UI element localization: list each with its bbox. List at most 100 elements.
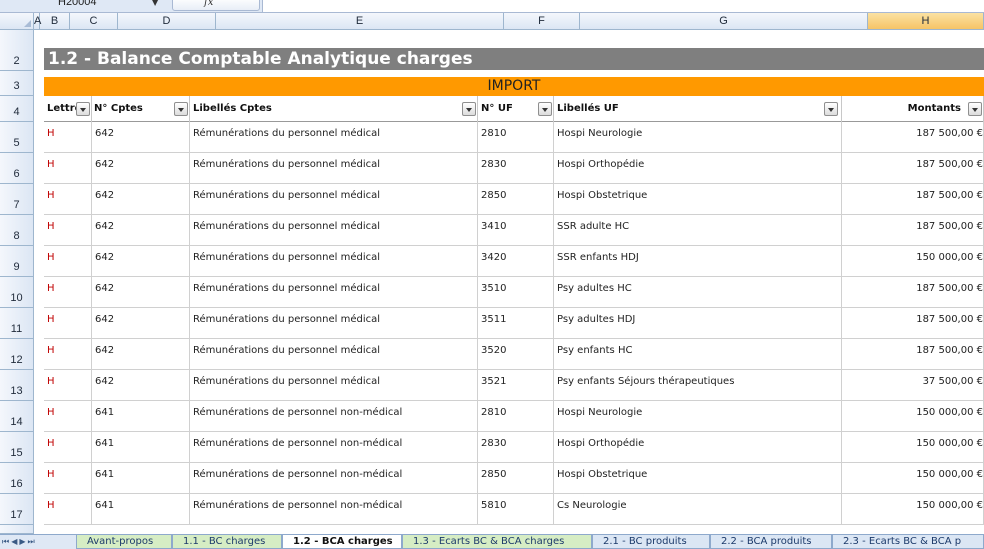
- cell-num-uf[interactable]: 2850: [478, 184, 554, 214]
- cell-lettre[interactable]: H: [44, 277, 92, 307]
- cell-lettre[interactable]: H: [44, 153, 92, 183]
- row-header[interactable]: 11: [0, 308, 34, 339]
- cell-libelle-uf[interactable]: Hospi Obstetrique: [554, 184, 842, 214]
- cell-num-uf[interactable]: 2810: [478, 122, 554, 152]
- cell-libelle-uf[interactable]: Psy adultes HDJ: [554, 308, 842, 338]
- column-header-d[interactable]: D: [118, 13, 216, 29]
- column-header-g[interactable]: G: [580, 13, 868, 29]
- formula-input[interactable]: [262, 0, 984, 12]
- row-header[interactable]: 5: [0, 122, 34, 153]
- cell-lettre[interactable]: H: [44, 308, 92, 338]
- cell-num-uf[interactable]: 2830: [478, 153, 554, 183]
- row-header[interactable]: 3: [0, 71, 34, 96]
- cell-libelle-cpte[interactable]: Rémunérations de personnel non-médical: [190, 432, 478, 462]
- row-header[interactable]: 17: [0, 494, 34, 525]
- row-header[interactable]: 2: [0, 30, 34, 71]
- function-icon[interactable]: fx: [204, 0, 213, 8]
- row-header[interactable]: 4: [0, 96, 34, 122]
- cell-num-uf[interactable]: 3521: [478, 370, 554, 400]
- cell-num-uf[interactable]: 3510: [478, 277, 554, 307]
- column-header-h[interactable]: H: [868, 13, 984, 29]
- cell-libelle-uf[interactable]: SSR adulte HC: [554, 215, 842, 245]
- sheet-grid[interactable]: 1.2 - Balance Comptable Analytique charg…: [34, 30, 984, 534]
- filter-montants-button[interactable]: [968, 102, 982, 116]
- cell-num-uf[interactable]: 3410: [478, 215, 554, 245]
- cell-num-cpte[interactable]: 642: [92, 122, 190, 152]
- cell-libelle-uf[interactable]: SSR enfants HDJ: [554, 246, 842, 276]
- cell-lettre[interactable]: H: [44, 246, 92, 276]
- column-header-b[interactable]: B: [40, 13, 70, 29]
- sheet-navigation-icons[interactable]: ⏮◀▶⏭: [2, 535, 37, 549]
- cell-num-cpte[interactable]: 642: [92, 370, 190, 400]
- cell-lettre[interactable]: H: [44, 401, 92, 431]
- cell-montant[interactable]: 150 000,00 €: [842, 246, 984, 276]
- cell-montant[interactable]: 187 500,00 €: [842, 122, 984, 152]
- sheet-tab[interactable]: 2.3 - Ecarts BC & BCA p: [832, 535, 984, 549]
- cell-lettre[interactable]: H: [44, 370, 92, 400]
- cell-libelle-cpte[interactable]: Rémunérations du personnel médical: [190, 277, 478, 307]
- cell-libelle-uf[interactable]: Hospi Neurologie: [554, 401, 842, 431]
- filter-libelles-uf-button[interactable]: [824, 102, 838, 116]
- sheet-tab[interactable]: Avant-propos: [76, 535, 172, 549]
- cell-montant[interactable]: 187 500,00 €: [842, 184, 984, 214]
- cell-lettre[interactable]: H: [44, 494, 92, 524]
- cell-num-uf[interactable]: 2830: [478, 432, 554, 462]
- cell-libelle-cpte[interactable]: Rémunérations du personnel médical: [190, 215, 478, 245]
- cell-num-cpte[interactable]: 642: [92, 184, 190, 214]
- row-header[interactable]: 12: [0, 339, 34, 370]
- cell-num-cpte[interactable]: 642: [92, 215, 190, 245]
- cell-libelle-uf[interactable]: Hospi Orthopédie: [554, 153, 842, 183]
- cell-lettre[interactable]: H: [44, 463, 92, 493]
- cell-num-cpte[interactable]: 641: [92, 401, 190, 431]
- row-header[interactable]: 7: [0, 184, 34, 215]
- cell-libelle-cpte[interactable]: Rémunérations de personnel non-médical: [190, 494, 478, 524]
- cell-libelle-cpte[interactable]: Rémunérations du personnel médical: [190, 122, 478, 152]
- cell-num-cpte[interactable]: 642: [92, 308, 190, 338]
- cell-libelle-cpte[interactable]: Rémunérations de personnel non-médical: [190, 401, 478, 431]
- cell-num-cpte[interactable]: 642: [92, 153, 190, 183]
- filter-lettre-button[interactable]: [76, 102, 90, 116]
- sheet-tab[interactable]: 1.2 - BCA charges: [282, 535, 402, 549]
- filter-libelles-cptes-button[interactable]: [462, 102, 476, 116]
- cell-libelle-cpte[interactable]: Rémunérations du personnel médical: [190, 246, 478, 276]
- cell-libelle-uf[interactable]: Hospi Orthopédie: [554, 432, 842, 462]
- cell-libelle-uf[interactable]: Psy enfants HC: [554, 339, 842, 369]
- column-header-f[interactable]: F: [504, 13, 580, 29]
- cell-num-uf[interactable]: 3520: [478, 339, 554, 369]
- cell-num-uf[interactable]: 3511: [478, 308, 554, 338]
- row-header[interactable]: 15: [0, 432, 34, 463]
- cell-libelle-cpte[interactable]: Rémunérations du personnel médical: [190, 184, 478, 214]
- cell-libelle-cpte[interactable]: Rémunérations du personnel médical: [190, 153, 478, 183]
- cell-lettre[interactable]: H: [44, 339, 92, 369]
- name-box-dropdown-icon[interactable]: ▼: [152, 0, 158, 7]
- cell-libelle-cpte[interactable]: Rémunérations du personnel médical: [190, 370, 478, 400]
- cell-montant[interactable]: 187 500,00 €: [842, 339, 984, 369]
- cell-libelle-uf[interactable]: Psy enfants Séjours thérapeutiques: [554, 370, 842, 400]
- filter-num-cptes-button[interactable]: [174, 102, 188, 116]
- cell-num-uf[interactable]: 2850: [478, 463, 554, 493]
- row-header[interactable]: 14: [0, 401, 34, 432]
- cell-num-cpte[interactable]: 641: [92, 432, 190, 462]
- cell-num-uf[interactable]: 5810: [478, 494, 554, 524]
- cell-num-cpte[interactable]: 641: [92, 494, 190, 524]
- cell-num-uf[interactable]: 3420: [478, 246, 554, 276]
- cell-num-cpte[interactable]: 641: [92, 463, 190, 493]
- row-header[interactable]: 9: [0, 246, 34, 277]
- cell-libelle-uf[interactable]: Psy adultes HC: [554, 277, 842, 307]
- cell-montant[interactable]: 150 000,00 €: [842, 494, 984, 524]
- cell-libelle-uf[interactable]: Hospi Neurologie: [554, 122, 842, 152]
- row-header[interactable]: 13: [0, 370, 34, 401]
- cell-montant[interactable]: 187 500,00 €: [842, 308, 984, 338]
- cell-num-cpte[interactable]: 642: [92, 339, 190, 369]
- cell-lettre[interactable]: H: [44, 432, 92, 462]
- cell-libelle-uf[interactable]: Hospi Obstetrique: [554, 463, 842, 493]
- cell-lettre[interactable]: H: [44, 184, 92, 214]
- cell-num-cpte[interactable]: 642: [92, 246, 190, 276]
- cell-montant[interactable]: 187 500,00 €: [842, 215, 984, 245]
- sheet-tab[interactable]: 1.1 - BC charges: [172, 535, 282, 549]
- cell-libelle-uf[interactable]: Cs Neurologie: [554, 494, 842, 524]
- cell-montant[interactable]: 37 500,00 €: [842, 370, 984, 400]
- row-header[interactable]: [0, 525, 34, 534]
- filter-num-uf-button[interactable]: [538, 102, 552, 116]
- cell-montant[interactable]: 187 500,00 €: [842, 153, 984, 183]
